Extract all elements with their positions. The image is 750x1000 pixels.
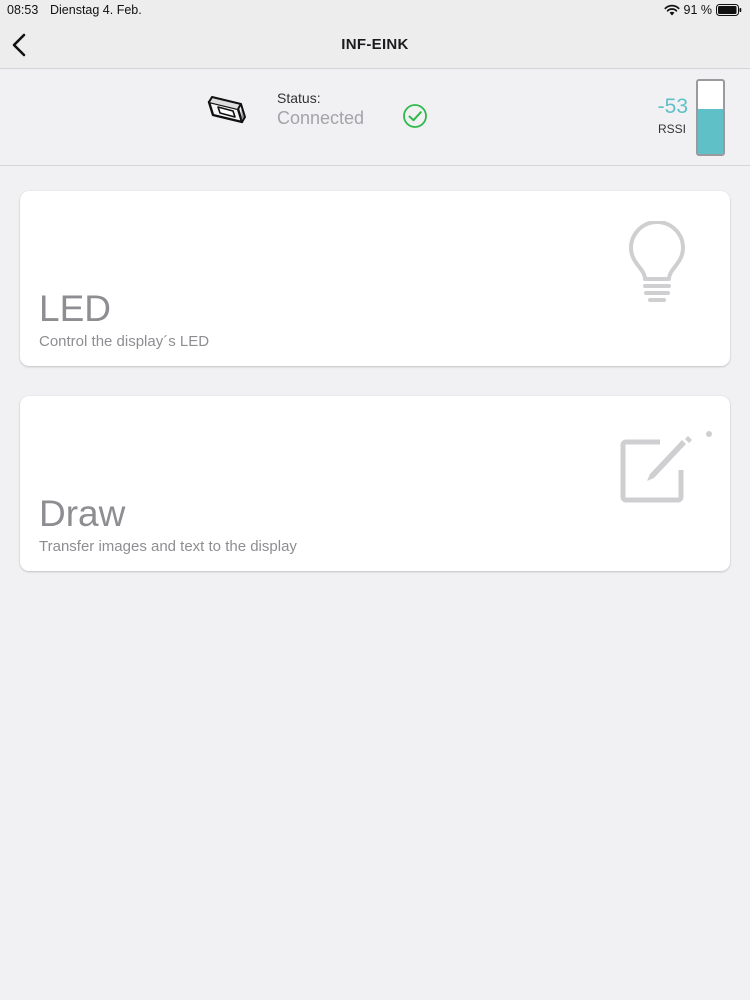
status-value: Connected — [277, 108, 365, 128]
edit-icon — [620, 430, 716, 511]
device-status-header: Status: Connected -53 RSSI — [0, 69, 750, 166]
battery-percent: 91 % — [683, 3, 713, 17]
status-right: 91 % — [663, 3, 743, 17]
status-date: Dienstag 4. Feb. — [50, 3, 142, 17]
wifi-icon — [663, 4, 680, 16]
led-card-title: LED — [39, 288, 111, 329]
draw-card-title: Draw — [39, 493, 126, 534]
rssi-signal-fill — [698, 108, 723, 154]
status-time: 08:53 — [7, 3, 39, 17]
draw-card[interactable]: Draw Transfer images and text to the dis… — [20, 396, 730, 571]
battery-icon — [716, 4, 742, 16]
status-bar: 08:53 Dienstag 4. Feb. 91 % — [0, 0, 750, 22]
page-title: INF-EINK — [341, 36, 409, 53]
led-card[interactable]: LED Control the display´s LED — [20, 191, 730, 366]
navigation-bar: INF-EINK — [0, 22, 750, 69]
eink-display-icon — [206, 93, 246, 132]
lightbulb-icon — [628, 220, 686, 308]
led-card-subtitle: Control the display´s LED — [39, 333, 210, 350]
status-label: Status: — [277, 90, 321, 106]
draw-card-subtitle: Transfer images and text to the display — [39, 538, 297, 555]
check-circle-icon — [402, 103, 428, 134]
rssi-value: -53 — [657, 95, 688, 118]
rssi-label: RSSI — [657, 122, 686, 136]
rssi-signal-bar — [696, 79, 725, 156]
